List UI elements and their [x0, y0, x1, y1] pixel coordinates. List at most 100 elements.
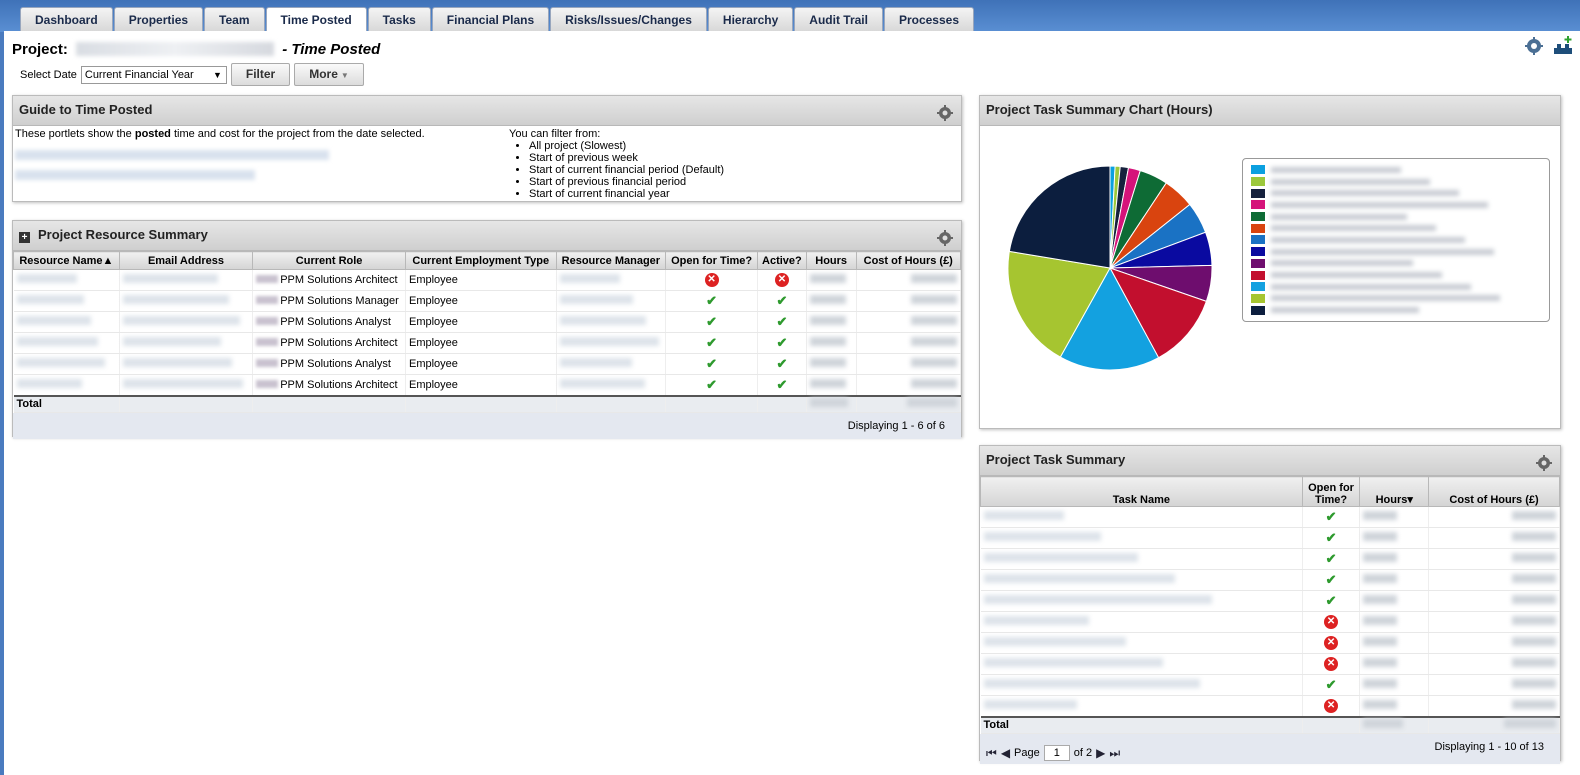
resource-name-cell[interactable] — [13, 374, 120, 396]
redacted-manager — [559, 358, 632, 367]
tab-tasks[interactable]: Tasks — [367, 7, 431, 31]
tab-team[interactable]: Team — [204, 7, 265, 31]
column-header[interactable]: Resource Name▲ — [13, 251, 120, 270]
manager-cell — [556, 311, 667, 333]
pie-slice[interactable] — [1008, 165, 1111, 269]
task-name-cell[interactable] — [980, 674, 1303, 696]
task-table: Task Name Open for Time? Hours▾ Cost of Hou… — [980, 476, 1560, 734]
email-cell[interactable] — [119, 353, 254, 375]
expand-icon[interactable]: + — [19, 232, 30, 243]
legend-item[interactable] — [1251, 258, 1549, 270]
table-row[interactable]: ✔ — [980, 569, 1560, 591]
tab-time-posted[interactable]: Time Posted — [265, 7, 367, 32]
task-name-cell[interactable] — [980, 632, 1303, 654]
table-row[interactable]: ✔ — [980, 590, 1560, 612]
redacted-link[interactable] — [15, 170, 255, 180]
task-name-cell[interactable] — [980, 569, 1303, 591]
table-row[interactable]: PPM Solutions Analyst Employee ✔ ✔ — [13, 311, 961, 333]
task-name-cell[interactable] — [980, 506, 1303, 528]
legend-item[interactable] — [1251, 293, 1549, 305]
redacted-cost — [1512, 553, 1556, 562]
resource-name-cell[interactable] — [13, 332, 120, 354]
open-for-time-cell: ✔ — [1302, 569, 1361, 591]
task-name-cell[interactable] — [980, 653, 1303, 675]
legend-item[interactable] — [1251, 164, 1549, 176]
column-header[interactable]: Cost of Hours (£) — [1428, 476, 1560, 507]
table-row[interactable]: ✕ — [980, 632, 1560, 654]
tab-audit-trail[interactable]: Audit Trail — [794, 7, 883, 31]
legend-item[interactable] — [1251, 281, 1549, 293]
tab-hierarchy[interactable]: Hierarchy — [707, 7, 794, 31]
table-row[interactable]: ✔ — [980, 506, 1560, 528]
gear-icon[interactable] — [937, 228, 953, 246]
column-header[interactable]: Hours — [805, 251, 857, 270]
email-cell[interactable] — [119, 332, 254, 354]
resource-name-cell[interactable] — [13, 290, 120, 312]
task-name-cell[interactable] — [980, 695, 1303, 717]
table-row[interactable]: PPM Solutions Architect Employee ✔ ✔ — [13, 332, 961, 354]
next-page-icon[interactable]: ▶ — [1096, 740, 1105, 766]
task-name-cell[interactable] — [980, 611, 1303, 633]
open-for-time-cell: ✔ — [665, 311, 758, 333]
table-row[interactable]: ✔ — [980, 548, 1560, 570]
redacted-link[interactable] — [15, 150, 329, 160]
table-row[interactable]: ✕ — [980, 611, 1560, 633]
filter-button[interactable]: Filter — [230, 63, 291, 86]
redacted-name — [16, 274, 77, 283]
legend-item[interactable] — [1251, 304, 1549, 316]
table-row[interactable]: PPM Solutions Architect Employee ✔ ✔ — [13, 374, 961, 396]
legend-item[interactable] — [1251, 246, 1549, 258]
table-row[interactable]: ✕ — [980, 695, 1560, 717]
column-header[interactable]: Open for Time? — [1301, 476, 1361, 507]
add-timesheet-icon[interactable] — [1552, 36, 1572, 56]
tab-risks-issues-changes[interactable]: Risks/Issues/Changes — [550, 7, 707, 31]
more-button[interactable]: More ▼ — [294, 63, 364, 86]
tab-processes[interactable]: Processes — [883, 7, 974, 31]
email-cell[interactable] — [119, 311, 254, 333]
first-page-icon[interactable]: ⏮ — [986, 740, 997, 766]
task-name-cell[interactable] — [980, 548, 1303, 570]
column-header[interactable]: Current Employment Type — [405, 251, 557, 270]
resource-name-cell[interactable] — [13, 269, 120, 291]
gear-icon[interactable] — [937, 103, 953, 121]
resource-name-cell[interactable] — [13, 353, 120, 375]
legend-item[interactable] — [1251, 222, 1549, 234]
column-header[interactable]: Email Address — [118, 251, 254, 270]
last-page-icon[interactable]: ⏭ — [1109, 740, 1120, 766]
table-row[interactable]: PPM Solutions Architect Employee ✕ ✕ — [13, 269, 961, 291]
legend-item[interactable] — [1251, 176, 1549, 188]
email-cell[interactable] — [119, 269, 254, 291]
legend-item[interactable] — [1251, 269, 1549, 281]
resource-name-cell[interactable] — [13, 311, 120, 333]
table-row[interactable]: ✔ — [980, 527, 1560, 549]
column-header[interactable]: Current Role — [252, 251, 406, 270]
task-name-cell[interactable] — [980, 590, 1303, 612]
table-row[interactable]: ✔ — [980, 674, 1560, 696]
legend-item[interactable] — [1251, 187, 1549, 199]
column-header[interactable]: Resource Manager — [555, 251, 667, 270]
legend-item[interactable] — [1251, 211, 1549, 223]
settings-icon[interactable] — [1524, 36, 1544, 56]
project-label: Project: — [12, 41, 68, 58]
page-input[interactable] — [1043, 745, 1070, 761]
date-select[interactable]: Current Financial Year ▼ — [80, 65, 227, 84]
gear-icon[interactable] — [1536, 453, 1552, 471]
email-cell[interactable] — [119, 374, 254, 396]
table-row[interactable]: PPM Solutions Analyst Employee ✔ ✔ — [13, 353, 961, 375]
task-name-cell[interactable] — [980, 527, 1303, 549]
legend-item[interactable] — [1251, 199, 1549, 211]
redacted-hours — [809, 337, 846, 346]
table-row[interactable]: ✕ — [980, 653, 1560, 675]
table-row[interactable]: PPM Solutions Manager Employee ✔ ✔ — [13, 290, 961, 312]
column-header[interactable]: Open for Time? — [665, 251, 758, 270]
column-header[interactable]: Task Name — [980, 476, 1303, 507]
tab-dashboard[interactable]: Dashboard — [20, 7, 113, 31]
email-cell[interactable] — [119, 290, 254, 312]
tab-properties[interactable]: Properties — [113, 7, 204, 31]
column-header[interactable]: Active? — [756, 251, 807, 270]
legend-item[interactable] — [1251, 234, 1549, 246]
column-header[interactable]: Cost of Hours (£) — [855, 251, 961, 270]
prev-page-icon[interactable]: ◀ — [1001, 740, 1010, 766]
tab-financial-plans[interactable]: Financial Plans — [431, 7, 550, 31]
column-header[interactable]: Hours▾ — [1359, 476, 1430, 507]
